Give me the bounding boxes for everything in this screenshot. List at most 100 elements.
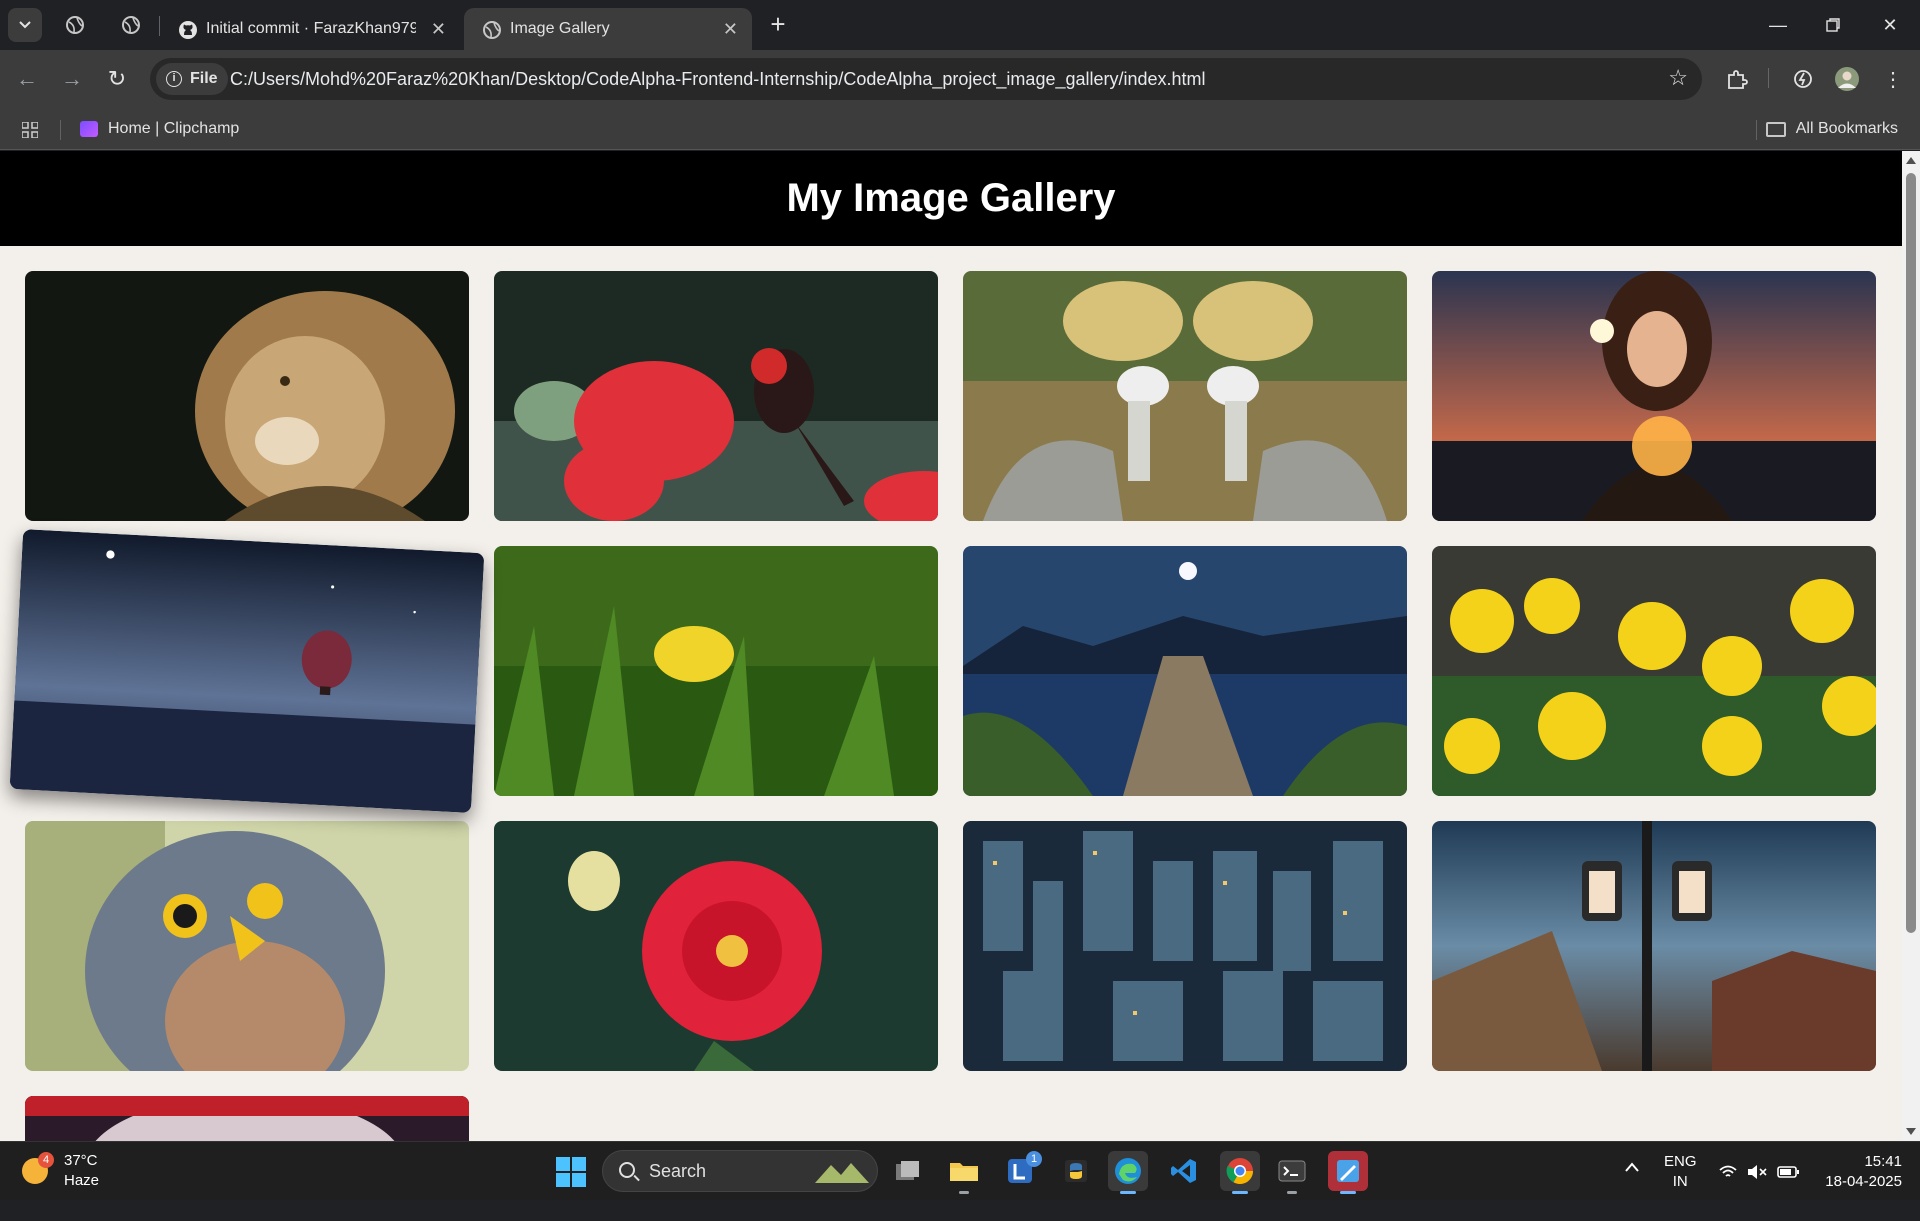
gallery-image-cranes[interactable] xyxy=(963,271,1407,521)
pinned-tab[interactable] xyxy=(62,12,88,38)
terminal-icon xyxy=(1278,1160,1306,1182)
minimize-button[interactable]: — xyxy=(1758,10,1798,40)
github-icon xyxy=(179,21,197,39)
edge-app-button[interactable] xyxy=(1108,1151,1148,1194)
chevron-up-icon xyxy=(1625,1162,1639,1172)
weather-temp: 37°C xyxy=(64,1152,98,1169)
puzzle-icon xyxy=(1728,70,1748,89)
scheme-label: File xyxy=(190,70,218,87)
speed-icon xyxy=(1794,70,1812,88)
windows-start-icon[interactable] xyxy=(556,1157,586,1187)
language-region: IN xyxy=(1672,1173,1688,1190)
gallery-image-lake-pier[interactable] xyxy=(963,546,1407,796)
page-scrollbar[interactable] xyxy=(1902,151,1920,1141)
back-button[interactable]: ← xyxy=(12,64,42,94)
gallery-image-yellow-flower[interactable] xyxy=(494,546,938,796)
tab-title: Image Gallery xyxy=(510,20,610,37)
all-bookmarks[interactable]: All Bookmarks xyxy=(1765,108,1898,150)
gallery-image-dahlia[interactable] xyxy=(494,821,938,1071)
weather-condition: Haze xyxy=(64,1172,100,1189)
bookmark-label: Home | Clipchamp xyxy=(108,120,240,137)
show-hidden-icons-button[interactable] xyxy=(1624,1160,1640,1219)
forward-button[interactable]: → xyxy=(57,64,87,94)
linkedin-app-button[interactable]: 1 xyxy=(1000,1151,1042,1191)
clipchamp-icon xyxy=(80,121,98,137)
bookmarks-bar: Home | Clipchamp All Bookmarks xyxy=(0,108,1920,150)
toolbar: ← → ↻ i File C:/Users/Mohd%20Faraz%20Kha… xyxy=(0,50,1920,108)
python-app-button[interactable] xyxy=(1056,1151,1096,1191)
clock-date: 18-04-2025 xyxy=(1825,1173,1902,1190)
chrome-icon xyxy=(1226,1158,1254,1185)
info-icon: i xyxy=(166,71,182,87)
python-icon xyxy=(1065,1160,1087,1182)
taskbar: 4 37°C Haze Search 1 ENG IN 15:41 18-04-… xyxy=(0,1141,1920,1200)
tab-search-button[interactable] xyxy=(8,8,42,42)
globe-icon xyxy=(122,16,140,34)
language-code: ENG xyxy=(1664,1153,1697,1170)
gallery-image-marigolds[interactable] xyxy=(1432,546,1876,796)
restore-button[interactable] xyxy=(1813,10,1853,40)
paint-app-button[interactable] xyxy=(1328,1151,1368,1194)
search-icon xyxy=(619,1162,635,1178)
new-tab-button[interactable]: + xyxy=(764,11,792,39)
extensions-button[interactable] xyxy=(1722,64,1752,94)
url-text[interactable]: C:/Users/Mohd%20Faraz%20Khan/Desktop/Cod… xyxy=(230,58,1206,100)
restore-icon xyxy=(1826,18,1840,32)
bookmark-star-icon[interactable]: ☆ xyxy=(1668,67,1688,89)
performance-button[interactable] xyxy=(1788,64,1818,94)
search-highlight-icon xyxy=(815,1163,869,1183)
tab-github[interactable]: Initial commit · FarazKhan9797 ✕ xyxy=(160,8,460,50)
page-title: My Image Gallery xyxy=(786,176,1116,220)
gallery-image-city[interactable] xyxy=(963,821,1407,1071)
wifi-volume-battery-icon xyxy=(1719,1165,1799,1179)
reload-button[interactable]: ↻ xyxy=(102,64,132,94)
folder-icon xyxy=(950,1163,978,1181)
menu-button[interactable]: ⋮ xyxy=(1878,64,1908,94)
page-header: My Image Gallery xyxy=(0,151,1902,246)
globe-icon xyxy=(483,21,501,39)
gallery-image-kestrel[interactable] xyxy=(25,821,469,1071)
task-view-button[interactable] xyxy=(888,1151,928,1191)
address-bar[interactable]: i File C:/Users/Mohd%20Faraz%20Khan/Desk… xyxy=(150,58,1702,100)
tab-bar: Initial commit · FarazKhan9797 ✕ Image G… xyxy=(0,0,1920,50)
task-view-icon xyxy=(896,1161,919,1180)
site-info-chip[interactable]: i File xyxy=(156,63,228,95)
gallery-image-street-lamps[interactable] xyxy=(1432,821,1876,1071)
terminal-app-button[interactable] xyxy=(1272,1151,1312,1194)
profile-avatar[interactable] xyxy=(1832,64,1862,94)
page-viewport: My Image Gallery xyxy=(0,151,1902,1141)
gallery-image-partial[interactable] xyxy=(25,1096,469,1141)
pinned-tab[interactable] xyxy=(118,12,144,38)
edge-icon xyxy=(1115,1158,1141,1184)
weather-badge: 4 xyxy=(38,1152,54,1168)
system-tray-icons[interactable] xyxy=(1718,1162,1802,1221)
gallery-image-bird-flower[interactable] xyxy=(494,271,938,521)
apps-grid-icon[interactable] xyxy=(22,122,38,138)
vscode-app-button[interactable] xyxy=(1164,1151,1204,1191)
scrollbar-thumb[interactable] xyxy=(1906,173,1916,933)
scroll-up-arrow[interactable] xyxy=(1906,157,1916,164)
gallery-image-lion[interactable] xyxy=(25,271,469,521)
vscode-icon xyxy=(1171,1159,1196,1183)
clock-time: 15:41 xyxy=(1864,1153,1902,1170)
all-bookmarks-label: All Bookmarks xyxy=(1795,120,1898,137)
file-explorer-button[interactable] xyxy=(944,1151,984,1194)
globe-icon xyxy=(66,16,84,34)
gallery-image-balloon[interactable] xyxy=(9,529,485,813)
scroll-down-arrow[interactable] xyxy=(1906,1128,1916,1135)
notification-badge: 1 xyxy=(1026,1151,1042,1167)
close-icon[interactable]: ✕ xyxy=(723,20,738,38)
close-window-button[interactable]: ✕ xyxy=(1870,10,1910,40)
avatar-icon xyxy=(1835,67,1859,91)
clock[interactable]: 15:41 18-04-2025 xyxy=(1818,1152,1902,1211)
tab-title: Initial commit · FarazKhan9797 xyxy=(206,20,416,37)
bookmark-clipchamp[interactable]: Home | Clipchamp xyxy=(80,108,239,150)
language-indicator[interactable]: ENG IN xyxy=(1664,1152,1697,1211)
folder-icon xyxy=(1765,122,1786,137)
tab-image-gallery[interactable]: Image Gallery ✕ xyxy=(464,8,752,50)
close-icon[interactable]: ✕ xyxy=(431,20,446,38)
chrome-app-button[interactable] xyxy=(1220,1151,1260,1194)
taskbar-search[interactable]: Search xyxy=(602,1150,878,1192)
paint-icon xyxy=(1337,1160,1359,1182)
gallery-image-woman-lights[interactable] xyxy=(1432,271,1876,521)
